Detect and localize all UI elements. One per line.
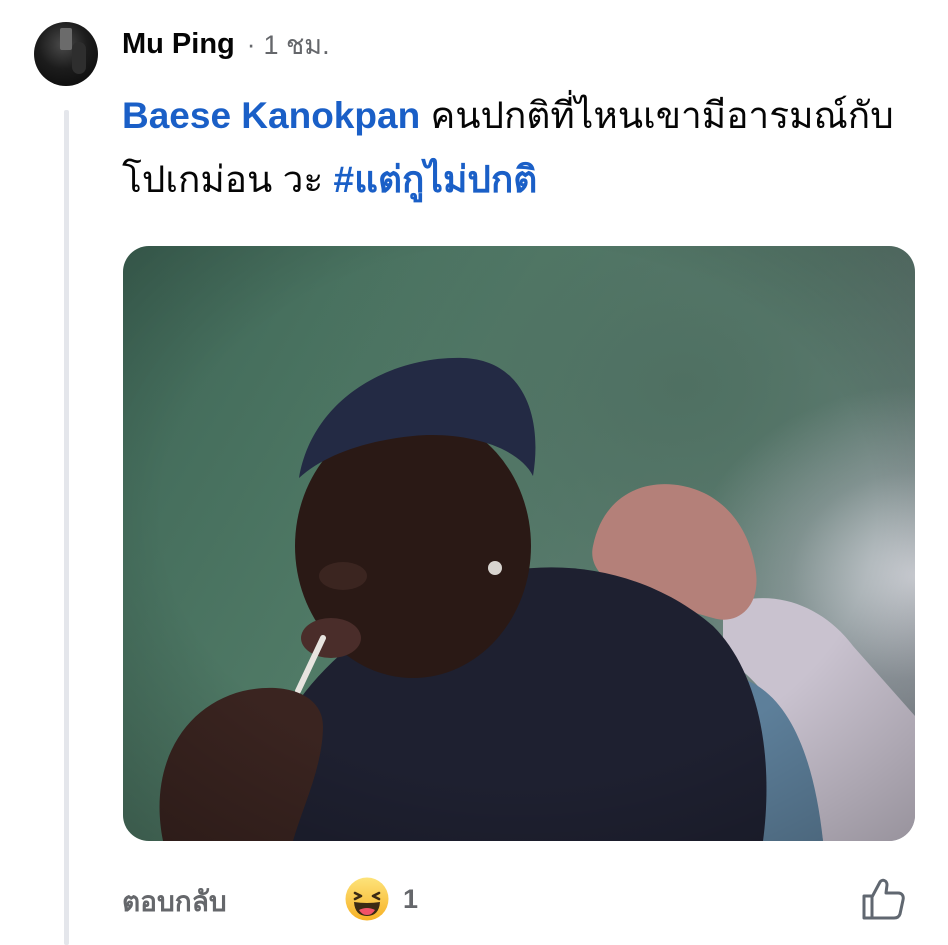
haha-emoji-icon <box>345 877 389 921</box>
comment-photo[interactable] <box>123 246 915 841</box>
comment-body: Baese Kanokpan คนปกติที่ไหนเขามีอารมณ์กั… <box>122 84 922 212</box>
thumbs-up-icon[interactable] <box>860 876 906 922</box>
user-avatar[interactable] <box>34 22 98 86</box>
photo-illustration <box>123 246 915 841</box>
comment-timestamp[interactable]: 1 ชม. <box>263 23 329 66</box>
comment-item: Mu Ping · 1 ชม. Baese Kanokpan คนปกติที่… <box>0 0 948 945</box>
avatar-arm-shape <box>72 42 86 74</box>
photo-vignette <box>123 246 915 841</box>
meta-separator: · <box>246 28 256 59</box>
thread-line <box>64 110 69 945</box>
author-name[interactable]: Mu Ping <box>122 28 235 61</box>
hashtag-link[interactable]: #แต่กูไม่ปกติ <box>334 159 538 200</box>
mention-link[interactable]: Baese Kanokpan <box>122 95 420 136</box>
avatar-phone-shape <box>60 28 72 50</box>
reply-button[interactable]: ตอบกลับ <box>122 880 227 924</box>
reaction-summary[interactable]: 1 <box>344 876 418 922</box>
reaction-count: 1 <box>403 883 419 914</box>
comment-header: Mu Ping · 1 ชม. <box>122 22 330 66</box>
